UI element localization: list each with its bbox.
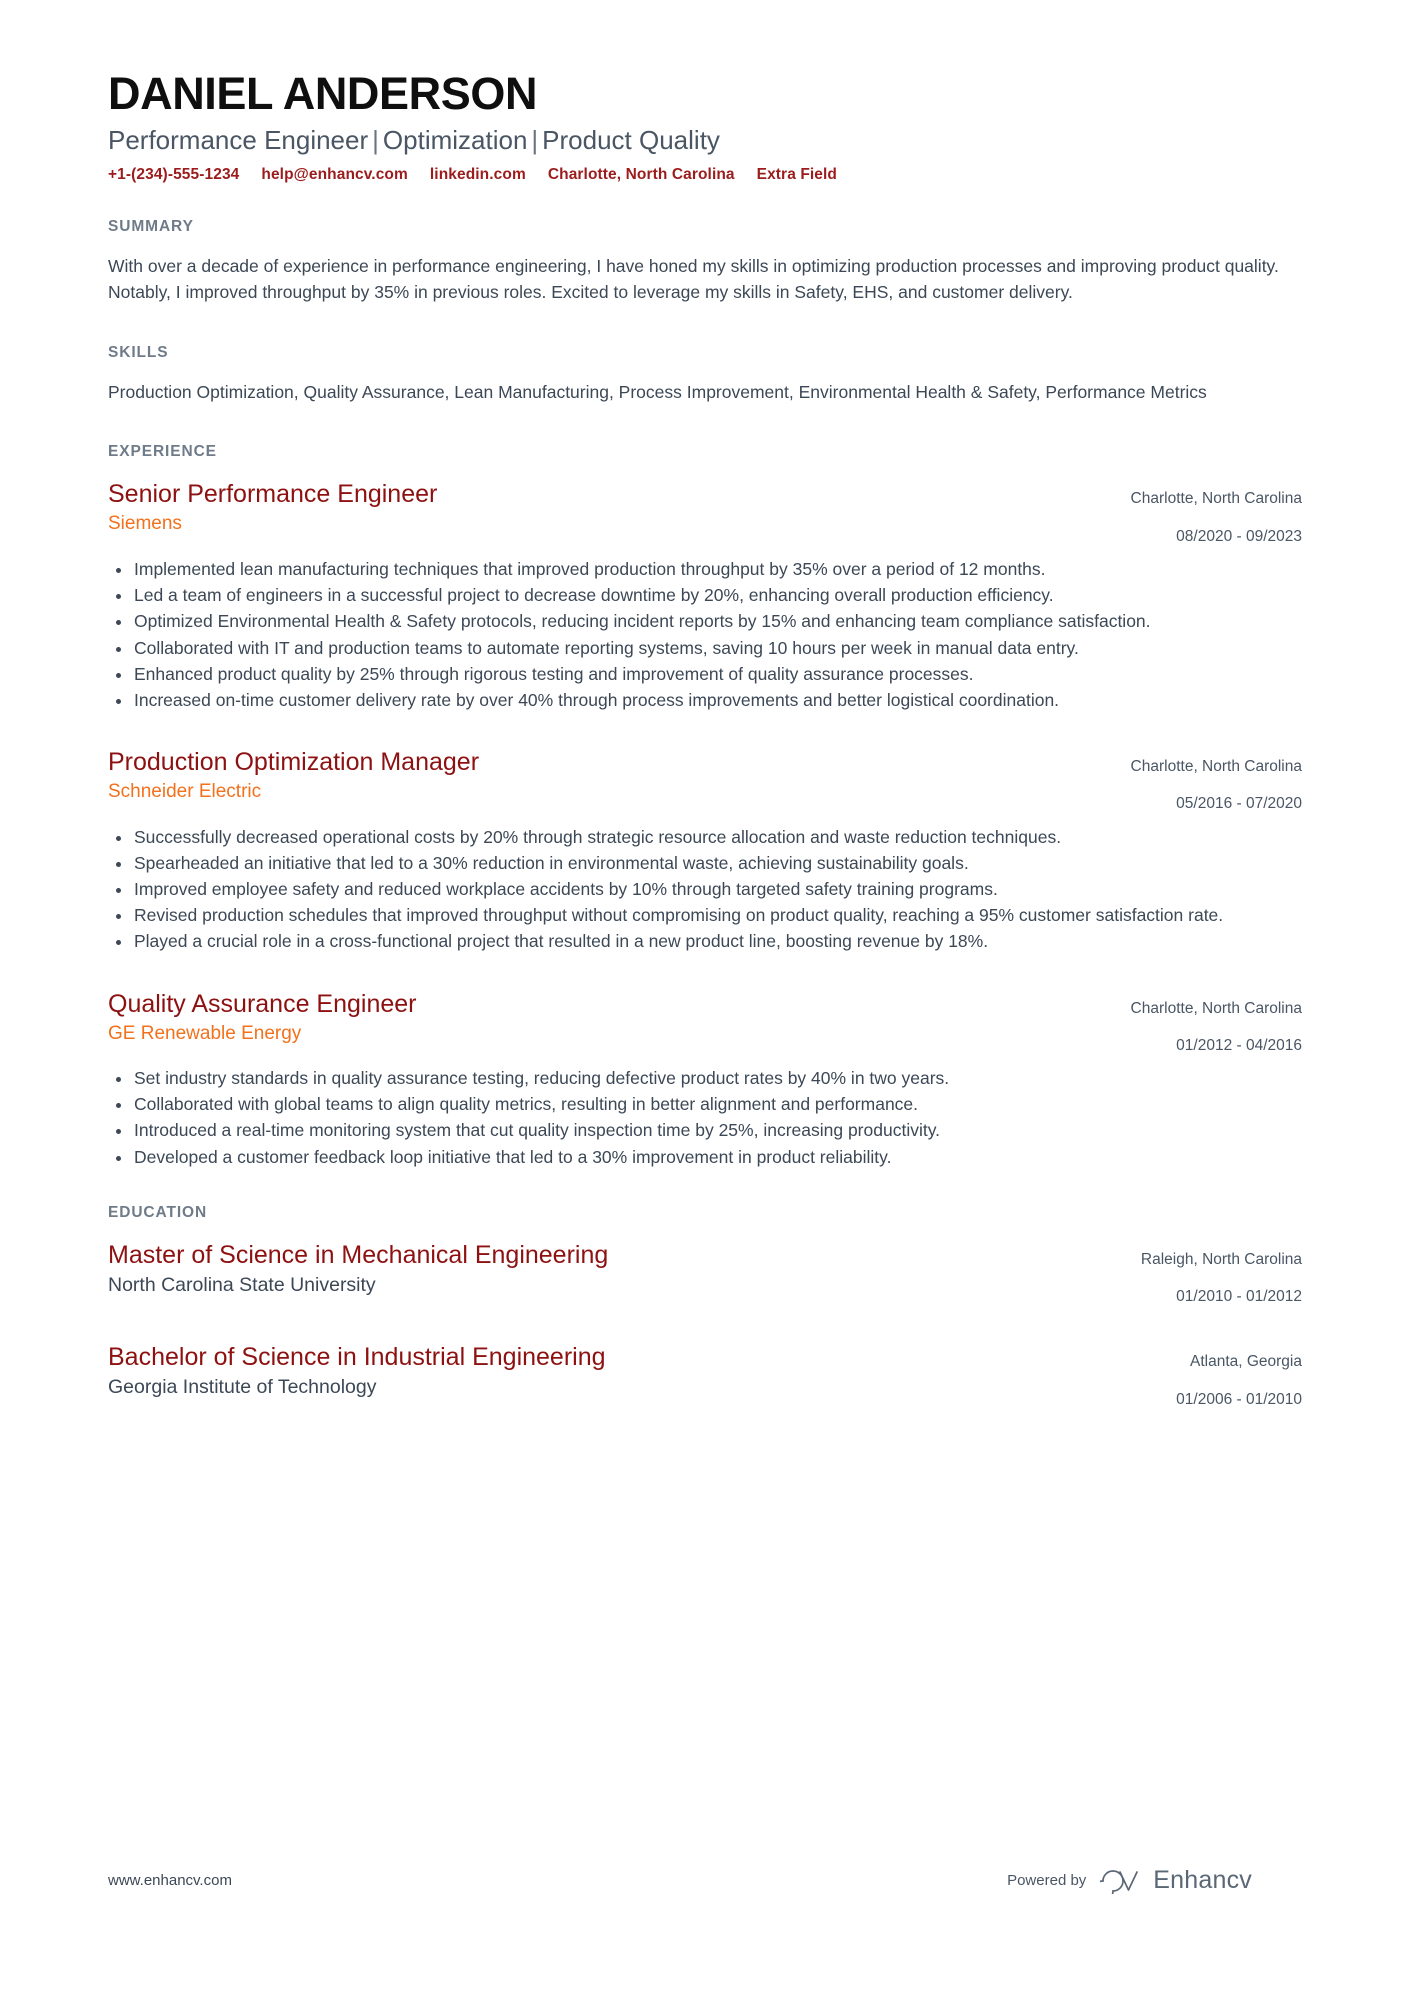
education-entry-main: Master of Science in Mechanical Engineer… <box>108 1240 1117 1298</box>
headline-separator: | <box>372 124 379 155</box>
headline-part-1: Optimization <box>382 124 528 155</box>
education-entry-header: Master of Science in Mechanical Engineer… <box>108 1240 1302 1309</box>
job-bullet: Led a team of engineers in a successful … <box>108 583 1302 608</box>
headline-part-0: Performance Engineer <box>108 124 369 155</box>
degree-title: Master of Science in Mechanical Engineer… <box>108 1240 609 1269</box>
job-bullets: Implemented lean manufacturing technique… <box>108 557 1302 713</box>
candidate-headline: Performance Engineer | Optimization | Produc… <box>108 125 1302 156</box>
skills-text: Production Optimization, Quality Assuran… <box>108 381 1207 402</box>
job-bullet: Collaborated with IT and production team… <box>108 636 1302 661</box>
contact-location: Charlotte, North Carolina <box>547 165 735 183</box>
summary-text: With over a decade of experience in perf… <box>108 255 1279 302</box>
contact-email[interactable]: help@enhancv.com <box>261 166 408 184</box>
job-dates: 05/2016 - 07/2020 <box>1176 795 1302 813</box>
experience-entry: Production Optimization Manager Schneide… <box>108 747 1302 954</box>
experience-entry-main: Senior Performance Engineer Siemens <box>108 479 1107 537</box>
headline-separator: | <box>531 124 539 155</box>
resume-header: DANIEL ANDERSON Performance Engineer | Opt… <box>108 68 1302 184</box>
job-bullet: Increased on-time customer delivery rate… <box>108 688 1302 713</box>
education-entry-header: Bachelor of Science in Industrial Engine… <box>108 1342 1302 1411</box>
education-entry-meta: Raleigh, North Carolina 01/2010 - 01/201… <box>1141 1240 1302 1309</box>
powered-by-label: Powered by <box>1007 1872 1087 1889</box>
footer-branding: Powered by Enhancv <box>1007 1866 1252 1895</box>
job-bullet: Optimized Environmental Health & Safety … <box>108 609 1302 634</box>
job-bullet: Improved employee safety and reduced wor… <box>108 877 1302 902</box>
contact-linkedin[interactable]: linkedin.com <box>430 166 526 184</box>
job-bullet: Implemented lean manufacturing technique… <box>108 557 1302 582</box>
education-entry-main: Bachelor of Science in Industrial Engine… <box>108 1342 1152 1400</box>
resume-footer: www.enhancv.com Powered by Enhancv <box>108 1866 1302 1895</box>
experience-entry: Quality Assurance Engineer GE Renewable … <box>108 989 1302 1170</box>
job-title: Production Optimization Manager <box>108 748 480 777</box>
skills-section-title: SKILLS <box>108 343 169 361</box>
job-bullet: Collaborated with global teams to align … <box>108 1092 1302 1117</box>
summary-section: SUMMARY With over a decade of experience… <box>108 218 1302 306</box>
headline-part-2: Product Quality <box>542 124 720 155</box>
contact-extra-field: Extra Field <box>756 165 837 183</box>
footer-website-url[interactable]: www.enhancv.com <box>108 1872 232 1889</box>
job-location: Charlotte, North Carolina <box>1130 490 1302 508</box>
degree-dates: 01/2006 - 01/2010 <box>1176 1390 1302 1408</box>
summary-section-title: SUMMARY <box>108 217 194 235</box>
experience-entry-meta: Charlotte, North Carolina 08/2020 - 09/2… <box>1131 479 1302 548</box>
job-bullet: Enhanced product quality by 25% through … <box>108 662 1302 687</box>
experience-entry-main: Quality Assurance Engineer GE Renewable … <box>108 989 1107 1047</box>
experience-section: EXPERIENCE Senior Performance Engineer S… <box>108 443 1302 1169</box>
job-bullet: Played a crucial role in a cross-functio… <box>108 929 1302 954</box>
job-bullet: Successfully decreased operational costs… <box>108 825 1302 850</box>
job-title: Senior Performance Engineer <box>108 480 438 509</box>
degree-location: Atlanta, Georgia <box>1189 1353 1302 1371</box>
job-bullets: Successfully decreased operational costs… <box>108 825 1302 955</box>
resume-page: DANIEL ANDERSON Performance Engineer | Opt… <box>0 0 1410 1995</box>
company-name: Schneider Electric <box>108 781 262 803</box>
enhancv-logo-icon <box>1100 1869 1139 1894</box>
contact-phone[interactable]: +1-(234)-555-1234 <box>108 166 239 184</box>
job-title: Quality Assurance Engineer <box>108 989 417 1018</box>
job-bullets: Set industry standards in quality assura… <box>108 1066 1302 1170</box>
enhancv-brand-name: Enhancv <box>1153 1866 1252 1894</box>
education-entry: Master of Science in Mechanical Engineer… <box>108 1240 1302 1309</box>
education-section-title: EDUCATION <box>108 1203 208 1221</box>
company-name: GE Renewable Energy <box>108 1022 302 1044</box>
job-bullet: Developed a customer feedback loop initi… <box>108 1145 1302 1170</box>
job-bullet: Introduced a real-time monitoring system… <box>108 1118 1302 1143</box>
experience-entry-meta: Charlotte, North Carolina 05/2016 - 07/2… <box>1131 747 1302 816</box>
job-bullet: Revised production schedules that improv… <box>108 903 1302 928</box>
experience-entry-main: Production Optimization Manager Schneide… <box>108 747 1107 805</box>
job-bullet: Spearheaded an initiative that led to a … <box>108 851 1302 876</box>
job-bullet: Set industry standards in quality assura… <box>108 1066 1302 1091</box>
education-entry: Bachelor of Science in Industrial Engine… <box>108 1342 1302 1411</box>
experience-entry-meta: Charlotte, North Carolina 01/2012 - 04/2… <box>1131 989 1302 1058</box>
degree-title: Bachelor of Science in Industrial Engine… <box>108 1343 606 1372</box>
degree-location: Raleigh, North Carolina <box>1140 1250 1302 1268</box>
job-location: Charlotte, North Carolina <box>1130 758 1302 776</box>
job-dates: 08/2020 - 09/2023 <box>1176 527 1302 545</box>
experience-entry-header: Senior Performance Engineer Siemens Char… <box>108 479 1302 548</box>
education-section: EDUCATION Master of Science in Mechanica… <box>108 1204 1302 1411</box>
degree-dates: 01/2010 - 01/2012 <box>1176 1288 1302 1306</box>
company-name: Siemens <box>108 513 182 535</box>
experience-section-title: EXPERIENCE <box>108 443 217 461</box>
experience-entry-header: Quality Assurance Engineer GE Renewable … <box>108 989 1302 1058</box>
institution-name: North Carolina State University <box>108 1273 376 1296</box>
job-dates: 01/2012 - 04/2016 <box>1176 1036 1302 1054</box>
experience-entry: Senior Performance Engineer Siemens Char… <box>108 479 1302 713</box>
job-location: Charlotte, North Carolina <box>1130 999 1302 1017</box>
contact-row: +1-(234)-555-1234 help@enhancv.com linke… <box>108 166 1302 184</box>
enhancv-logo-lockup: Enhancv <box>1100 1866 1252 1895</box>
education-entry-meta: Atlanta, Georgia 01/2006 - 01/2010 <box>1176 1342 1302 1411</box>
skills-section: SKILLS Production Optimization, Quality … <box>108 344 1302 406</box>
experience-entry-header: Production Optimization Manager Schneide… <box>108 747 1302 816</box>
institution-name: Georgia Institute of Technology <box>108 1376 377 1399</box>
candidate-name: DANIEL ANDERSON <box>108 68 538 119</box>
